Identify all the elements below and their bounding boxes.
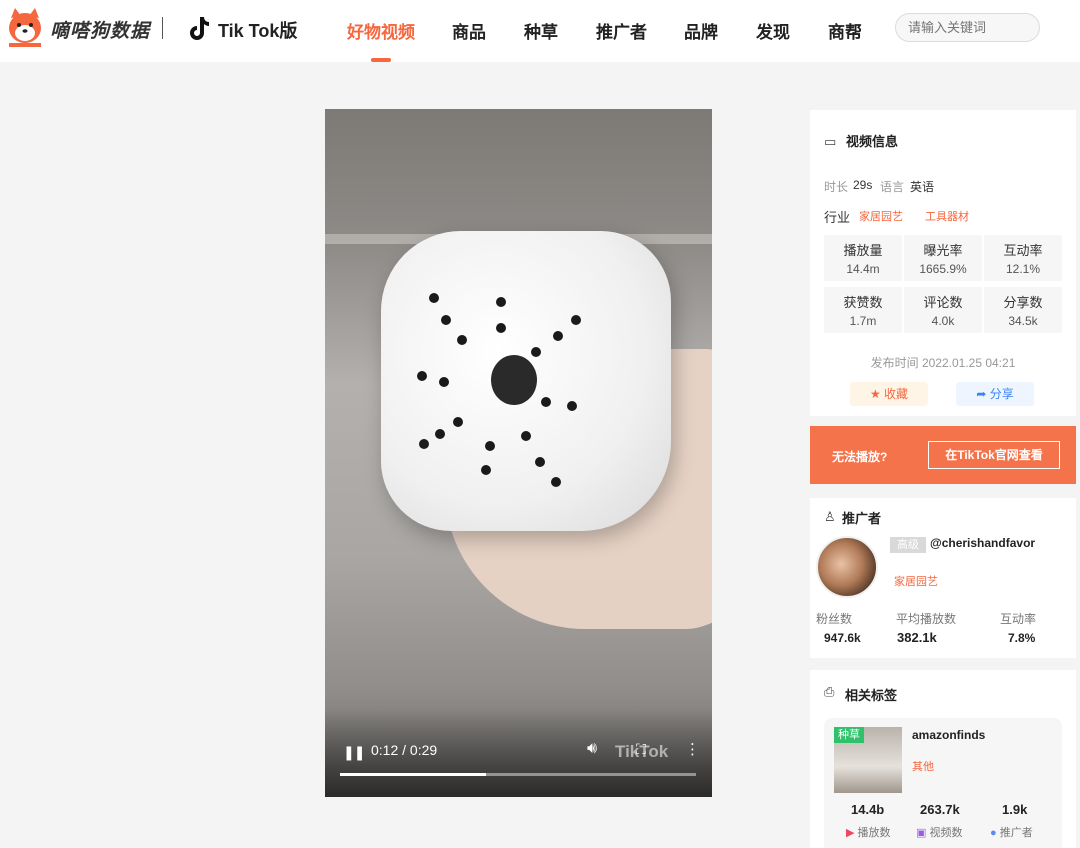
metric-label: 获赞数 xyxy=(843,295,883,310)
metric-comments: 评论数 4.0k xyxy=(904,287,982,333)
metric-value: 34.5k xyxy=(1008,314,1038,328)
fullscreen-icon[interactable]: ⛶ xyxy=(636,741,646,758)
video-icon: ▣ xyxy=(916,827,927,839)
language-value: 英语 xyxy=(910,180,935,194)
metric-value: 12.1% xyxy=(1005,262,1041,276)
share-label: 分享 xyxy=(989,387,1014,401)
more-options-icon[interactable]: ⋮ xyxy=(685,740,700,758)
duration-value: 29s xyxy=(853,178,873,192)
promoter-category[interactable]: 家居园艺 xyxy=(894,573,938,589)
metric-engagement: 互动率 12.1% xyxy=(984,235,1062,281)
metric-label: 播放量 xyxy=(843,243,883,258)
metric-label: 曝光率 xyxy=(923,243,963,258)
nav-discover[interactable]: 发现 xyxy=(756,18,790,43)
play-icon: ▶ xyxy=(846,827,855,839)
favorite-label: 收藏 xyxy=(884,387,909,401)
tag-card[interactable]: 种草 amazonfinds 其他 14.4b ▶ 播放数 263.7k ▣ 视… xyxy=(824,718,1062,848)
tag-promoters-value: 1.9k xyxy=(1002,802,1028,817)
avg-plays-value: 382.1k xyxy=(897,630,937,645)
followers-label: 粉丝数 xyxy=(816,612,853,626)
person-icon: ♙ xyxy=(824,509,836,524)
nav-good-videos[interactable]: 好物视频 xyxy=(347,18,415,43)
view-on-tiktok-button[interactable]: 在TikTok官网查看 xyxy=(928,441,1060,469)
metric-value: 14.4m xyxy=(846,262,880,276)
avatar[interactable] xyxy=(816,536,878,598)
metric-shares: 分享数 34.5k xyxy=(984,287,1062,333)
language-label: 语言 xyxy=(880,180,905,194)
video-controls: ❚❚ 0:12 / 0:29 🔊︎ TikTok ⛶ ⋮ xyxy=(325,709,712,797)
video-progress-bar[interactable] xyxy=(340,773,696,776)
people-icon: ● xyxy=(990,827,997,839)
metric-likes: 获赞数 1.7m xyxy=(824,287,902,333)
header-divider xyxy=(162,17,163,39)
metric-label: 分享数 xyxy=(1003,295,1043,310)
pause-icon[interactable]: ❚❚ xyxy=(343,744,365,761)
nav-promoters[interactable]: 推广者 xyxy=(596,18,647,43)
metric-value: 1.7m xyxy=(849,314,877,328)
tag-promoters-text: 推广者 xyxy=(999,827,1033,839)
active-nav-indicator xyxy=(371,58,391,62)
metric-value: 4.0k xyxy=(931,314,955,328)
tiktok-icon xyxy=(190,17,209,40)
duration-label: 时长 xyxy=(824,180,849,194)
tag-plays-value: 14.4b xyxy=(851,802,885,817)
tag-promoters-label: ● 推广者 xyxy=(990,824,1033,840)
video-info-title: 视频信息 xyxy=(846,134,899,149)
tag-videos-text: 视频数 xyxy=(929,827,963,839)
tiktok-version-label: Tik Tok版 xyxy=(218,21,298,41)
brand-name[interactable]: 嘀嗒狗数据 xyxy=(50,16,150,43)
industry-tag[interactable]: 家居园艺 xyxy=(859,208,903,224)
promoter-level-badge: 高级 xyxy=(890,537,926,553)
cannot-play-banner: 无法播放? 在TikTok官网查看 xyxy=(810,426,1076,484)
engagement-label: 互动率 xyxy=(1000,612,1037,626)
metric-value: 1665.9% xyxy=(919,262,967,276)
video-time: 0:12 / 0:29 xyxy=(371,742,438,758)
shiba-logo-icon[interactable] xyxy=(6,8,44,48)
promoter-panel: ♙ 推广者 高级 @cherishandfavor 家居园艺 粉丝数 947.6… xyxy=(810,498,1076,658)
related-tags-title: 相关标签 xyxy=(845,688,898,703)
star-icon: ★ xyxy=(869,387,881,401)
favorite-button[interactable]: ★ 收藏 xyxy=(850,382,928,406)
share-button[interactable]: ➦ 分享 xyxy=(956,382,1034,406)
nav-seeding[interactable]: 种草 xyxy=(524,18,558,43)
seeding-badge: 种草 xyxy=(834,727,864,743)
cannot-play-text: 无法播放? xyxy=(832,450,888,464)
video-player[interactable]: ❚❚ 0:12 / 0:29 🔊︎ TikTok ⛶ ⋮ xyxy=(325,109,712,797)
tag-thumbnail[interactable]: 种草 xyxy=(834,727,902,793)
promoter-title: 推广者 xyxy=(842,511,882,526)
video-info-icon: ▭ xyxy=(824,134,837,149)
tag-category: 其他 xyxy=(912,761,934,773)
metric-label: 互动率 xyxy=(1003,243,1043,258)
tag-plays-text: 播放数 xyxy=(857,827,891,839)
bookmark-icon: ⎙ xyxy=(824,684,835,699)
search-input[interactable] xyxy=(895,13,1040,42)
tag-videos-value: 263.7k xyxy=(920,802,960,817)
avg-plays-label: 平均播放数 xyxy=(896,612,957,626)
followers-value: 947.6k xyxy=(824,631,861,645)
tag-videos-label: ▣ 视频数 xyxy=(916,824,962,840)
metric-plays: 播放量 14.4m xyxy=(824,235,902,281)
related-tags-panel: ⎙ 相关标签 种草 amazonfinds 其他 14.4b ▶ 播放数 263… xyxy=(810,670,1076,848)
nav-products[interactable]: 商品 xyxy=(452,18,486,43)
nav-business[interactable]: 商帮 xyxy=(828,18,862,43)
video-progress-fill xyxy=(340,773,486,776)
publish-time: 发布时间 2022.01.25 04:21 xyxy=(870,356,1016,370)
video-product-device xyxy=(381,231,671,531)
metric-label: 评论数 xyxy=(923,295,963,310)
industry-label: 行业 xyxy=(824,210,851,225)
engagement-value: 7.8% xyxy=(1008,631,1036,645)
nav-brands[interactable]: 品牌 xyxy=(684,18,718,43)
tag-plays-label: ▶ 播放数 xyxy=(846,824,891,840)
metric-exposure: 曝光率 1665.9% xyxy=(904,235,982,281)
video-info-panel: ▭ 视频信息 时长 29s 语言 英语 行业 家居园艺 工具器材 播放量 14.… xyxy=(810,110,1076,416)
volume-icon[interactable]: 🔊︎ xyxy=(587,740,597,758)
share-arrow-icon: ➦ xyxy=(976,387,987,401)
tag-name[interactable]: amazonfinds xyxy=(912,728,985,742)
promoter-handle[interactable]: @cherishandfavor xyxy=(930,536,1035,550)
industry-tag[interactable]: 工具器材 xyxy=(925,208,969,224)
top-header: 嘀嗒狗数据 Tik Tok版 好物视频 商品 种草 推广者 品牌 发现 商帮 xyxy=(0,0,1080,62)
